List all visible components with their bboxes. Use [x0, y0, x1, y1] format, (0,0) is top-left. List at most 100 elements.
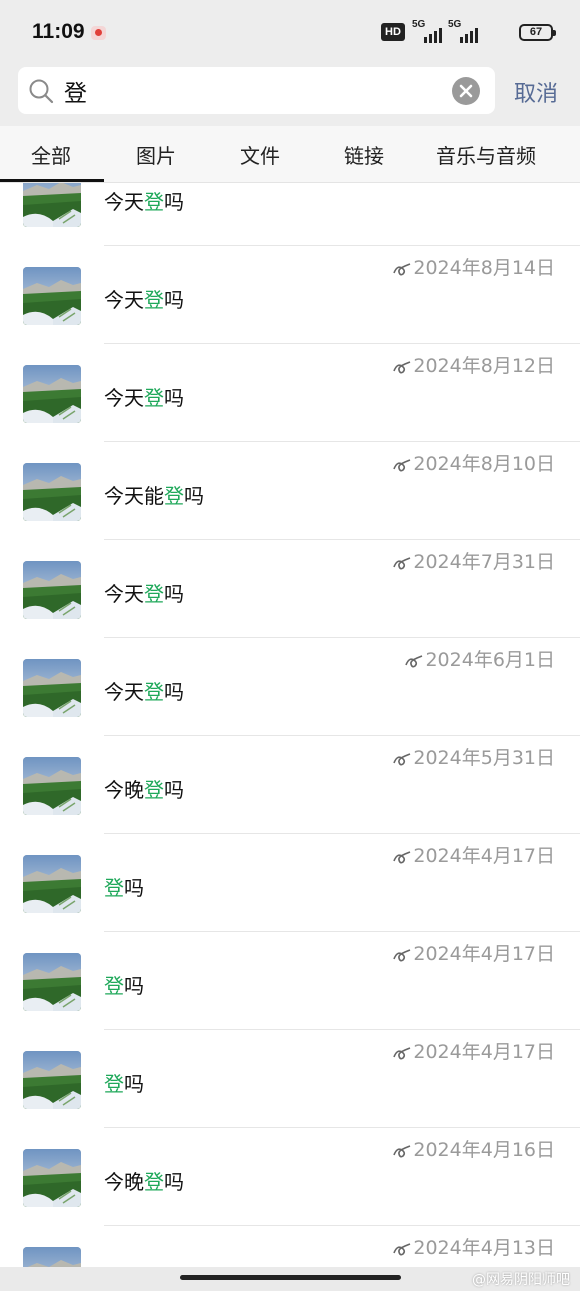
avatar[interactable]: [23, 953, 81, 1011]
search-icon: [29, 79, 54, 104]
snippet-text: 吗: [124, 876, 144, 900]
avatar[interactable]: [23, 561, 81, 619]
cancel-button[interactable]: 取消: [514, 76, 558, 108]
tab-links[interactable]: 链接: [344, 140, 384, 169]
snippet-text: 今晚: [104, 1170, 144, 1194]
paperclip-icon: [393, 458, 411, 471]
result-row[interactable]: 2024年8月14日今天登吗: [0, 246, 580, 344]
message-date: 2024年7月31日: [393, 547, 555, 574]
result-row[interactable]: 2024年6月1日今天登吗: [0, 638, 580, 736]
battery-icon: 67: [519, 24, 556, 41]
keyword-highlight: 登: [144, 288, 164, 312]
avatar[interactable]: [23, 463, 81, 521]
message-snippet: 今天登吗: [104, 578, 184, 607]
paperclip-icon: [393, 1242, 411, 1255]
message-date-text: 2024年8月10日: [413, 453, 555, 475]
avatar[interactable]: [23, 1051, 81, 1109]
keyword-highlight: 登: [164, 484, 184, 508]
message-date: 2024年6月1日: [405, 645, 555, 672]
paperclip-icon: [393, 948, 411, 961]
result-row[interactable]: 2024年4月17日登吗: [0, 1030, 580, 1128]
message-date-text: 2024年4月17日: [413, 1041, 555, 1063]
search-results-list[interactable]: 2024年9月24日今天登吗2024年8月14日今天登吗2024年8月12日今天…: [0, 183, 580, 1267]
result-row[interactable]: 2024年5月31日今晚登吗: [0, 736, 580, 834]
snippet-text: 今天: [104, 680, 144, 704]
avatar[interactable]: [23, 659, 81, 717]
message-date-text: 2024年5月31日: [413, 747, 555, 769]
paperclip-icon: [393, 556, 411, 569]
message-snippet: 今天登吗: [104, 284, 184, 313]
keyword-highlight: 登: [144, 1170, 164, 1194]
message-snippet: 登吗: [104, 872, 144, 901]
result-row[interactable]: 2024年4月17日登吗: [0, 932, 580, 1030]
record-indicator-icon: [91, 26, 106, 40]
result-row[interactable]: 2024年8月12日今天登吗: [0, 344, 580, 442]
result-row[interactable]: 2024年4月13日: [0, 1226, 580, 1267]
paperclip-icon: [393, 752, 411, 765]
message-snippet: 今天登吗: [104, 382, 184, 411]
result-row[interactable]: 2024年4月16日今晚登吗: [0, 1128, 580, 1226]
avatar[interactable]: [23, 1247, 81, 1267]
signal-icon: 5G: [412, 19, 446, 43]
tab-all[interactable]: 全部: [31, 140, 71, 169]
avatar[interactable]: [23, 757, 81, 815]
message-snippet: 今晚登吗: [104, 1166, 184, 1195]
result-row[interactable]: 2024年4月17日登吗: [0, 834, 580, 932]
signal-label: 5G: [448, 19, 462, 30]
snippet-text: 吗: [164, 778, 184, 802]
gesture-area: @网易阴阳师吧: [0, 1267, 580, 1291]
message-date-text: 2024年4月16日: [413, 1139, 555, 1161]
snippet-text: 今天: [104, 582, 144, 606]
message-snippet: 登吗: [104, 970, 144, 999]
keyword-highlight: 登: [144, 582, 164, 606]
avatar[interactable]: [23, 365, 81, 423]
result-row[interactable]: 2024年8月10日今天能登吗: [0, 442, 580, 540]
tab-files[interactable]: 文件: [240, 140, 280, 169]
result-row[interactable]: 2024年9月24日今天登吗: [0, 183, 580, 246]
home-indicator[interactable]: [180, 1275, 401, 1280]
avatar[interactable]: [23, 1149, 81, 1207]
keyword-highlight: 登: [144, 386, 164, 410]
avatar[interactable]: [23, 183, 81, 227]
snippet-text: 吗: [124, 974, 144, 998]
message-date: 2024年8月10日: [393, 449, 555, 476]
snippet-text: 吗: [164, 386, 184, 410]
snippet-text: 吗: [124, 1072, 144, 1096]
watermark: @网易阴阳师吧: [472, 1272, 570, 1288]
active-tab-indicator: [0, 179, 104, 182]
paperclip-icon: [393, 1144, 411, 1157]
keyword-highlight: 登: [144, 778, 164, 802]
message-date-text: 2024年4月17日: [413, 943, 555, 965]
snippet-text: 今天: [104, 190, 144, 214]
status-time: 11:09: [32, 20, 85, 43]
keyword-highlight: 登: [144, 190, 164, 214]
keyword-highlight: 登: [104, 974, 124, 998]
keyword-highlight: 登: [104, 1072, 124, 1096]
message-date: 2024年4月17日: [393, 841, 555, 868]
avatar[interactable]: [23, 267, 81, 325]
message-date-text: 2024年8月14日: [413, 257, 555, 279]
message-snippet: 今天登吗: [104, 676, 184, 705]
message-date: 2024年8月12日: [393, 351, 555, 378]
search-bar[interactable]: [18, 67, 495, 114]
message-date: 2024年8月14日: [393, 253, 555, 280]
message-date: 2024年5月31日: [393, 743, 555, 770]
snippet-text: 今天: [104, 288, 144, 312]
snippet-text: 吗: [184, 484, 204, 508]
message-date-text: 2024年7月31日: [413, 551, 555, 573]
message-date-text: 2024年8月12日: [413, 355, 555, 377]
snippet-text: 今天: [104, 386, 144, 410]
tab-music-audio[interactable]: 音乐与音频: [436, 140, 536, 169]
keyword-highlight: 登: [104, 876, 124, 900]
avatar[interactable]: [23, 855, 81, 913]
result-row[interactable]: 2024年7月31日今天登吗: [0, 540, 580, 638]
message-date: 2024年4月17日: [393, 939, 555, 966]
message-date: 2024年4月16日: [393, 1135, 555, 1162]
snippet-text: 今天能: [104, 484, 164, 508]
message-snippet: 今天登吗: [104, 186, 184, 215]
paperclip-icon: [393, 262, 411, 275]
message-snippet: 今晚登吗: [104, 774, 184, 803]
tab-images[interactable]: 图片: [136, 140, 176, 169]
search-input[interactable]: [64, 76, 444, 106]
clear-button[interactable]: [452, 77, 480, 105]
